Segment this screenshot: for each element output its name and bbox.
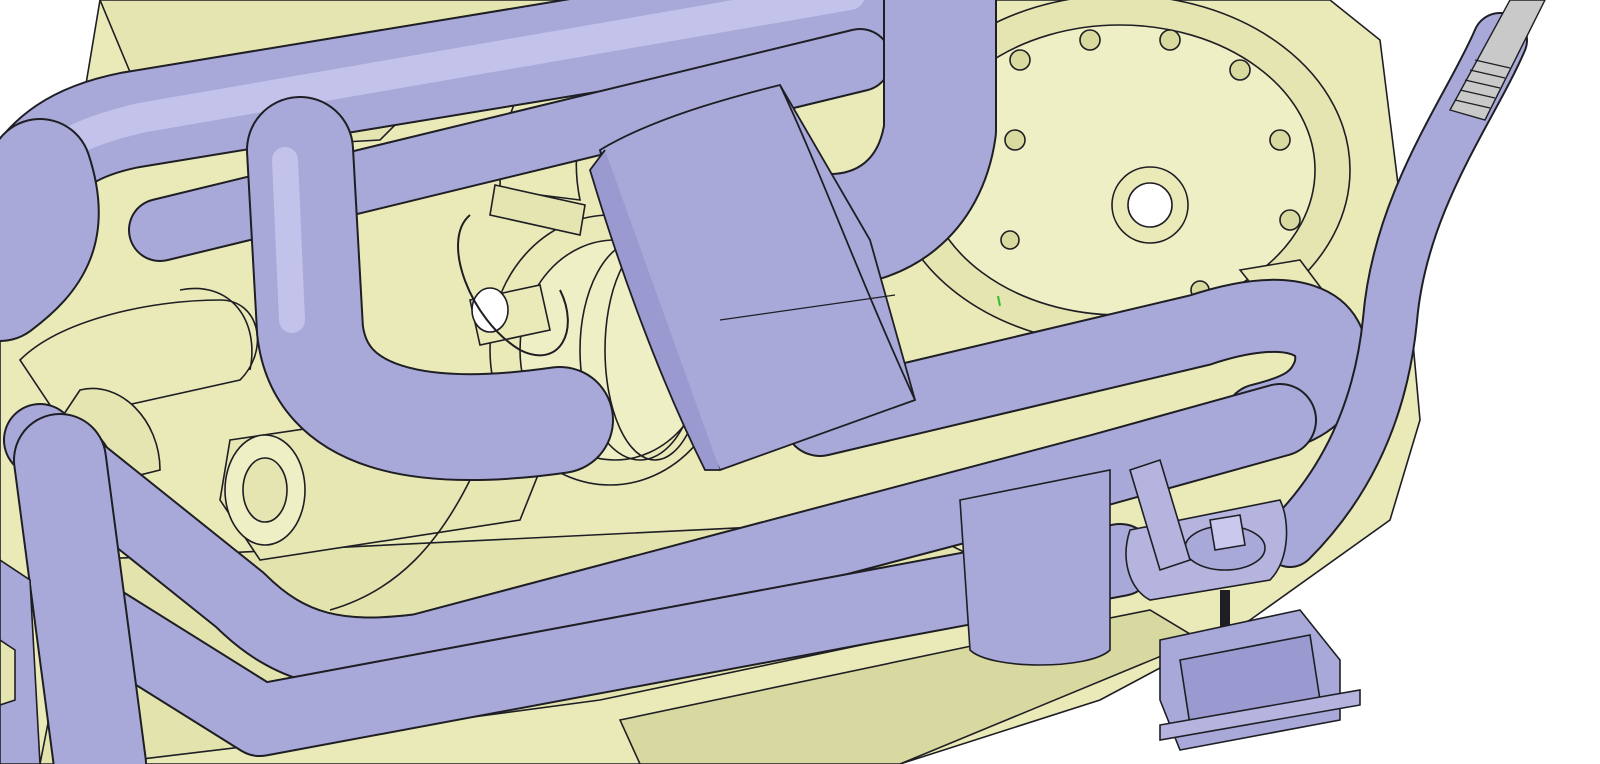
cad-model-scene[interactable] [0, 0, 1600, 764]
cad-viewport[interactable] [0, 0, 1600, 764]
